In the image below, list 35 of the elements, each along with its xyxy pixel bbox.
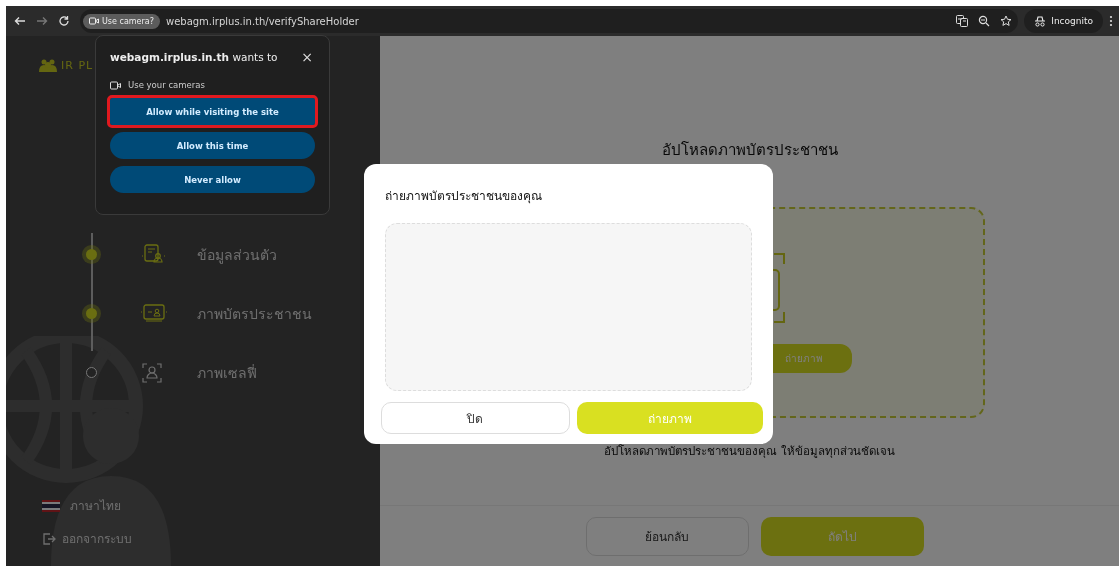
reload-icon[interactable] [58,15,70,27]
permission-label: Use your cameras [128,80,205,90]
menu-icon[interactable] [1109,15,1113,27]
camera-icon [89,17,99,25]
step-label[interactable]: ข้อมูลส่วนตัว [197,243,277,266]
zoom-icon[interactable] [978,15,991,27]
star-icon[interactable] [1000,15,1013,27]
translate-icon[interactable] [956,15,969,27]
permission-button[interactable]: Allow this time [110,132,315,159]
step-icon [141,243,167,266]
page-title: อัปโหลดภาพบัตรประชาชน [661,140,838,160]
permission-button[interactable]: Never allow [110,166,315,193]
incognito-chip[interactable]: Incognito [1024,9,1103,33]
forward-icon[interactable] [36,15,48,27]
popup-title: webagm.irplus.in.th wants to [110,51,278,63]
address-bar-url[interactable]: webagm.irplus.in.th/verifyShareHolder [165,15,951,27]
incognito-icon [1034,15,1047,27]
modal-title: ถ่ายภาพบัตรประชาชนของคุณ [385,188,543,205]
language-selector[interactable]: ภาษาไทย [70,496,121,515]
camera-icon [110,80,121,90]
close-button[interactable]: × [299,50,315,64]
logout-link[interactable]: ออกจากระบบ [62,529,132,548]
permission-chip[interactable]: Use camera? [83,13,160,29]
close-button[interactable]: ปิด [381,402,570,434]
back-icon[interactable] [14,15,26,27]
upload-caption: อัปโหลดภาพบัตรประชาชนของคุณ ให้ข้อมูลทุกส่วนชัดเจน [604,443,895,460]
logo-text: IR PL [61,59,94,72]
back-button[interactable]: ย้อนกลับ [585,516,749,556]
thai-flag-icon [42,499,60,512]
step-label[interactable]: ภาพเซลฟี่ [197,361,257,384]
step-label[interactable]: ภาพบัตรประชาชน [197,302,312,325]
permission-button[interactable]: Allow while visiting the site [110,98,315,125]
logo-icon [39,58,57,73]
step-icon [141,302,167,325]
logout-icon [42,531,56,546]
